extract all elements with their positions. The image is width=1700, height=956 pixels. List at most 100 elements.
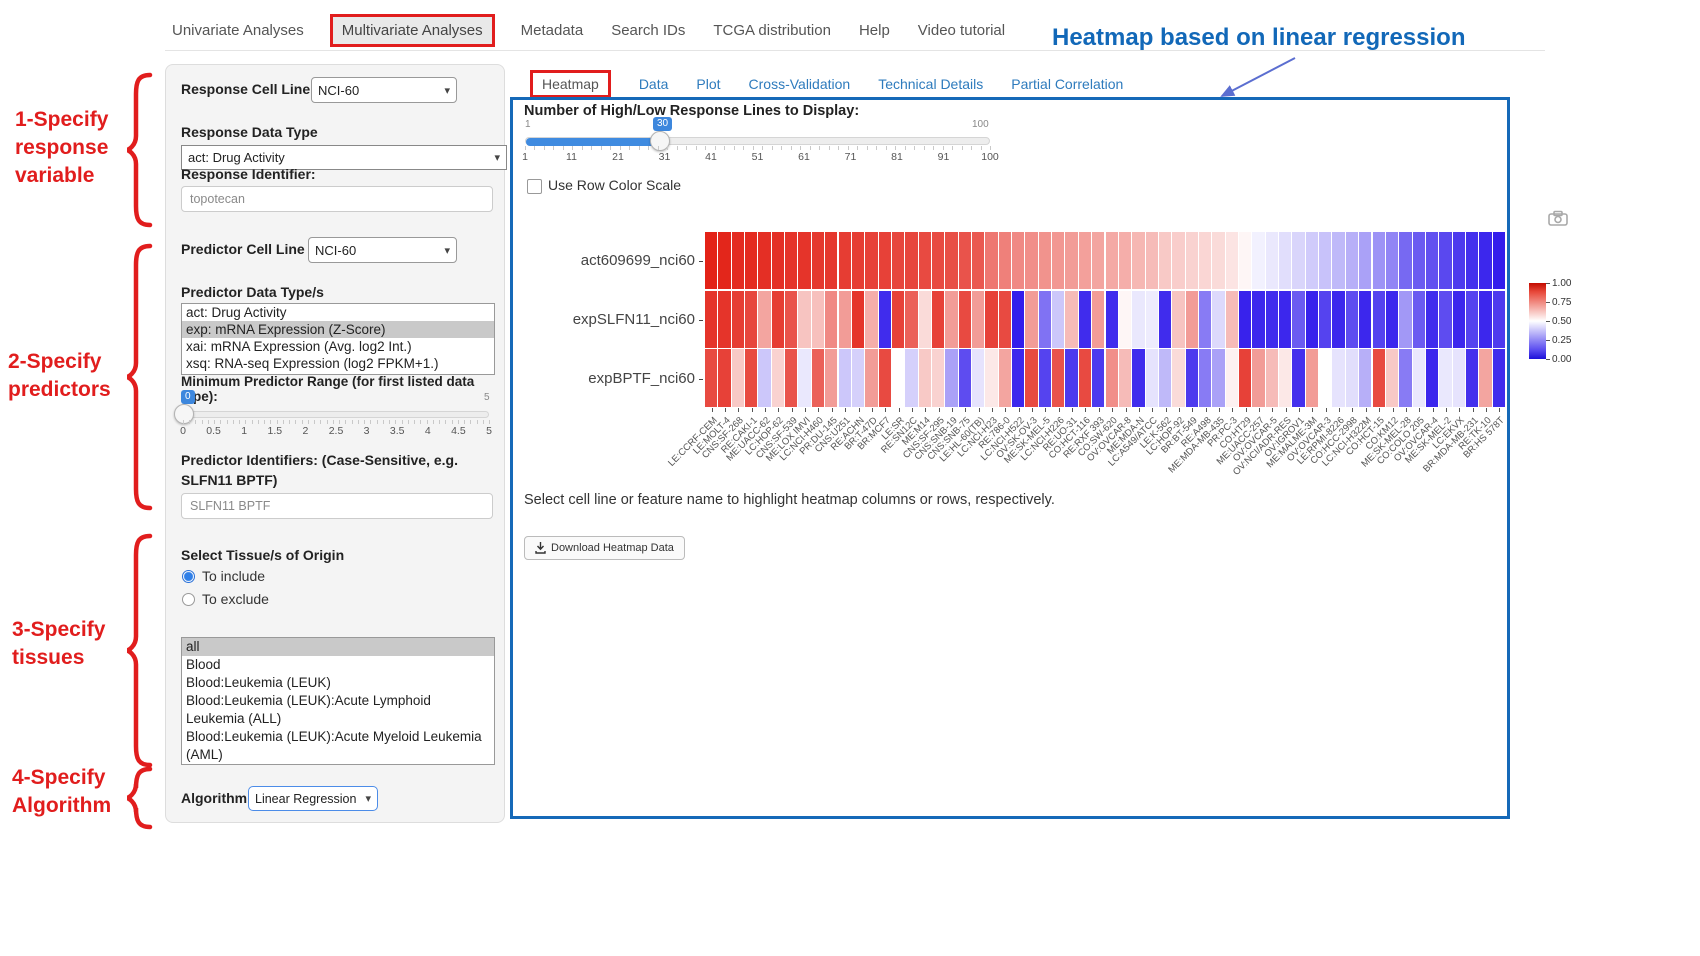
heatmap-cell[interactable] bbox=[718, 232, 730, 289]
heatmap-cell[interactable] bbox=[1346, 349, 1358, 406]
heatmap-cell[interactable] bbox=[1119, 291, 1131, 348]
heatmap-cell[interactable] bbox=[758, 291, 770, 348]
heatmap-cell[interactable] bbox=[1373, 291, 1385, 348]
heatmap-cell[interactable] bbox=[1306, 349, 1318, 406]
heatmap-cell[interactable] bbox=[1106, 291, 1118, 348]
heatmap-cell[interactable] bbox=[1065, 232, 1077, 289]
heatmap-cell[interactable] bbox=[1012, 232, 1024, 289]
heatmap-cell[interactable] bbox=[1413, 232, 1425, 289]
list-option-blood-leukemia-leuk-chronic-myelogenous-leukemia-cml[interactable]: Blood:Leukemia (LEUK):Chronic Myelogenou… bbox=[182, 764, 494, 765]
heatmap-cell[interactable] bbox=[1132, 291, 1144, 348]
heatmap-cell[interactable] bbox=[1039, 291, 1051, 348]
heatmap-cell[interactable] bbox=[1426, 232, 1438, 289]
heatmap-cell[interactable] bbox=[1319, 291, 1331, 348]
heatmap-cell[interactable] bbox=[1079, 349, 1091, 406]
heatmap-cell[interactable] bbox=[1012, 291, 1024, 348]
heatmap-cell[interactable] bbox=[705, 291, 717, 348]
heatmap-cell[interactable] bbox=[1319, 349, 1331, 406]
heatmap-cell[interactable] bbox=[1493, 291, 1505, 348]
tissue-exclude-radio[interactable] bbox=[182, 593, 195, 606]
heatmap-cell[interactable] bbox=[1359, 291, 1371, 348]
heatmap-cell[interactable] bbox=[1439, 349, 1451, 406]
response-cell-line-set-select[interactable]: NCI-60▾ bbox=[311, 77, 457, 103]
heatmap-cell[interactable] bbox=[785, 349, 797, 406]
heatmap-cell[interactable] bbox=[852, 291, 864, 348]
heatmap-cell[interactable] bbox=[839, 349, 851, 406]
tab-plot[interactable]: Plot bbox=[696, 76, 720, 92]
response-identifier-input[interactable] bbox=[181, 186, 493, 212]
heatmap-row-label[interactable]: expBPTF_nci60 bbox=[490, 370, 695, 387]
slider-track[interactable] bbox=[183, 411, 489, 418]
heatmap-cell[interactable] bbox=[1453, 349, 1465, 406]
heatmap-cell[interactable] bbox=[1332, 349, 1344, 406]
heatmap-cell[interactable] bbox=[1373, 232, 1385, 289]
heatmap-cell[interactable] bbox=[758, 349, 770, 406]
heatmap-cell[interactable] bbox=[1199, 291, 1211, 348]
heatmap-cell[interactable] bbox=[1212, 232, 1224, 289]
heatmap-cell[interactable] bbox=[1359, 349, 1371, 406]
slider-track[interactable] bbox=[525, 137, 990, 145]
list-option-xsq-rna-seq-expression-log2-fpkm-1[interactable]: xsq: RNA-seq Expression (log2 FPKM+1.) bbox=[182, 355, 494, 372]
predictor-data-types-listbox[interactable]: act: Drug Activityexp: mRNA Expression (… bbox=[181, 303, 495, 375]
heatmap-cell[interactable] bbox=[798, 232, 810, 289]
heatmap-cell[interactable] bbox=[1172, 349, 1184, 406]
heatmap-cell[interactable] bbox=[1453, 232, 1465, 289]
heatmap-cell[interactable] bbox=[1332, 291, 1344, 348]
list-option-exp-mrna-expression-z-score[interactable]: exp: mRNA Expression (Z-Score) bbox=[182, 321, 494, 338]
heatmap-cell[interactable] bbox=[718, 349, 730, 406]
heatmap-cell[interactable] bbox=[999, 291, 1011, 348]
heatmap-cell[interactable] bbox=[999, 232, 1011, 289]
heatmap-cell[interactable] bbox=[905, 232, 917, 289]
heatmap-cell[interactable] bbox=[1159, 291, 1171, 348]
heatmap-cell[interactable] bbox=[985, 232, 997, 289]
heatmap-cell[interactable] bbox=[1025, 232, 1037, 289]
tissue-listbox[interactable]: allBloodBlood:Leukemia (LEUK)Blood:Leuke… bbox=[181, 637, 495, 765]
heatmap-cell[interactable] bbox=[1212, 349, 1224, 406]
heatmap-cell[interactable] bbox=[1479, 232, 1491, 289]
heatmap-cell[interactable] bbox=[1466, 349, 1478, 406]
heatmap-cell[interactable] bbox=[1266, 291, 1278, 348]
heatmap-cell[interactable] bbox=[1092, 291, 1104, 348]
heatmap-cell[interactable] bbox=[1039, 349, 1051, 406]
heatmap-cell[interactable] bbox=[1399, 291, 1411, 348]
heatmap-cell[interactable] bbox=[1359, 232, 1371, 289]
heatmap-cell[interactable] bbox=[945, 291, 957, 348]
heatmap-cell[interactable] bbox=[1079, 232, 1091, 289]
heatmap-cell[interactable] bbox=[1453, 291, 1465, 348]
heatmap-cell[interactable] bbox=[892, 232, 904, 289]
heatmap-cell[interactable] bbox=[1212, 291, 1224, 348]
heatmap-cell[interactable] bbox=[1279, 291, 1291, 348]
heatmap-cell[interactable] bbox=[1399, 232, 1411, 289]
heatmap-cell[interactable] bbox=[945, 232, 957, 289]
slider-handle[interactable] bbox=[174, 404, 194, 424]
heatmap-cell[interactable] bbox=[1065, 349, 1077, 406]
heatmap-cell[interactable] bbox=[1012, 349, 1024, 406]
heatmap-cell[interactable] bbox=[825, 291, 837, 348]
heatmap-cell[interactable] bbox=[1373, 349, 1385, 406]
heatmap-cell[interactable] bbox=[932, 232, 944, 289]
heatmap-cell[interactable] bbox=[1172, 232, 1184, 289]
heatmap-cell[interactable] bbox=[1252, 291, 1264, 348]
heatmap-cell[interactable] bbox=[985, 291, 997, 348]
heatmap-cell[interactable] bbox=[892, 349, 904, 406]
tab-cross-validation[interactable]: Cross-Validation bbox=[749, 76, 851, 92]
heatmap-cell[interactable] bbox=[1239, 349, 1251, 406]
predictor-identifiers-input[interactable] bbox=[181, 493, 493, 519]
list-option-blood-leukemia-leuk-acute-lymphoid-leukemia-all[interactable]: Blood:Leukemia (LEUK):Acute Lymphoid Leu… bbox=[182, 692, 494, 728]
heatmap-cell[interactable] bbox=[1386, 232, 1398, 289]
heatmap-cell[interactable] bbox=[1413, 291, 1425, 348]
heatmap-cell[interactable] bbox=[785, 291, 797, 348]
heatmap-cell[interactable] bbox=[1065, 291, 1077, 348]
tab-data[interactable]: Data bbox=[639, 76, 669, 92]
heatmap-cell[interactable] bbox=[1426, 349, 1438, 406]
heatmap-cell[interactable] bbox=[852, 349, 864, 406]
heatmap-cell[interactable] bbox=[1479, 349, 1491, 406]
heatmap-cell[interactable] bbox=[1332, 232, 1344, 289]
nav-item-metadata[interactable]: Metadata bbox=[519, 16, 586, 45]
nav-item-help[interactable]: Help bbox=[857, 16, 892, 45]
heatmap-cell[interactable] bbox=[1226, 291, 1238, 348]
heatmap-cell[interactable] bbox=[1439, 291, 1451, 348]
heatmap-cell[interactable] bbox=[865, 291, 877, 348]
predictor-cell-line-set-select[interactable]: NCI-60▾ bbox=[308, 237, 457, 263]
heatmap-cell[interactable] bbox=[732, 291, 744, 348]
